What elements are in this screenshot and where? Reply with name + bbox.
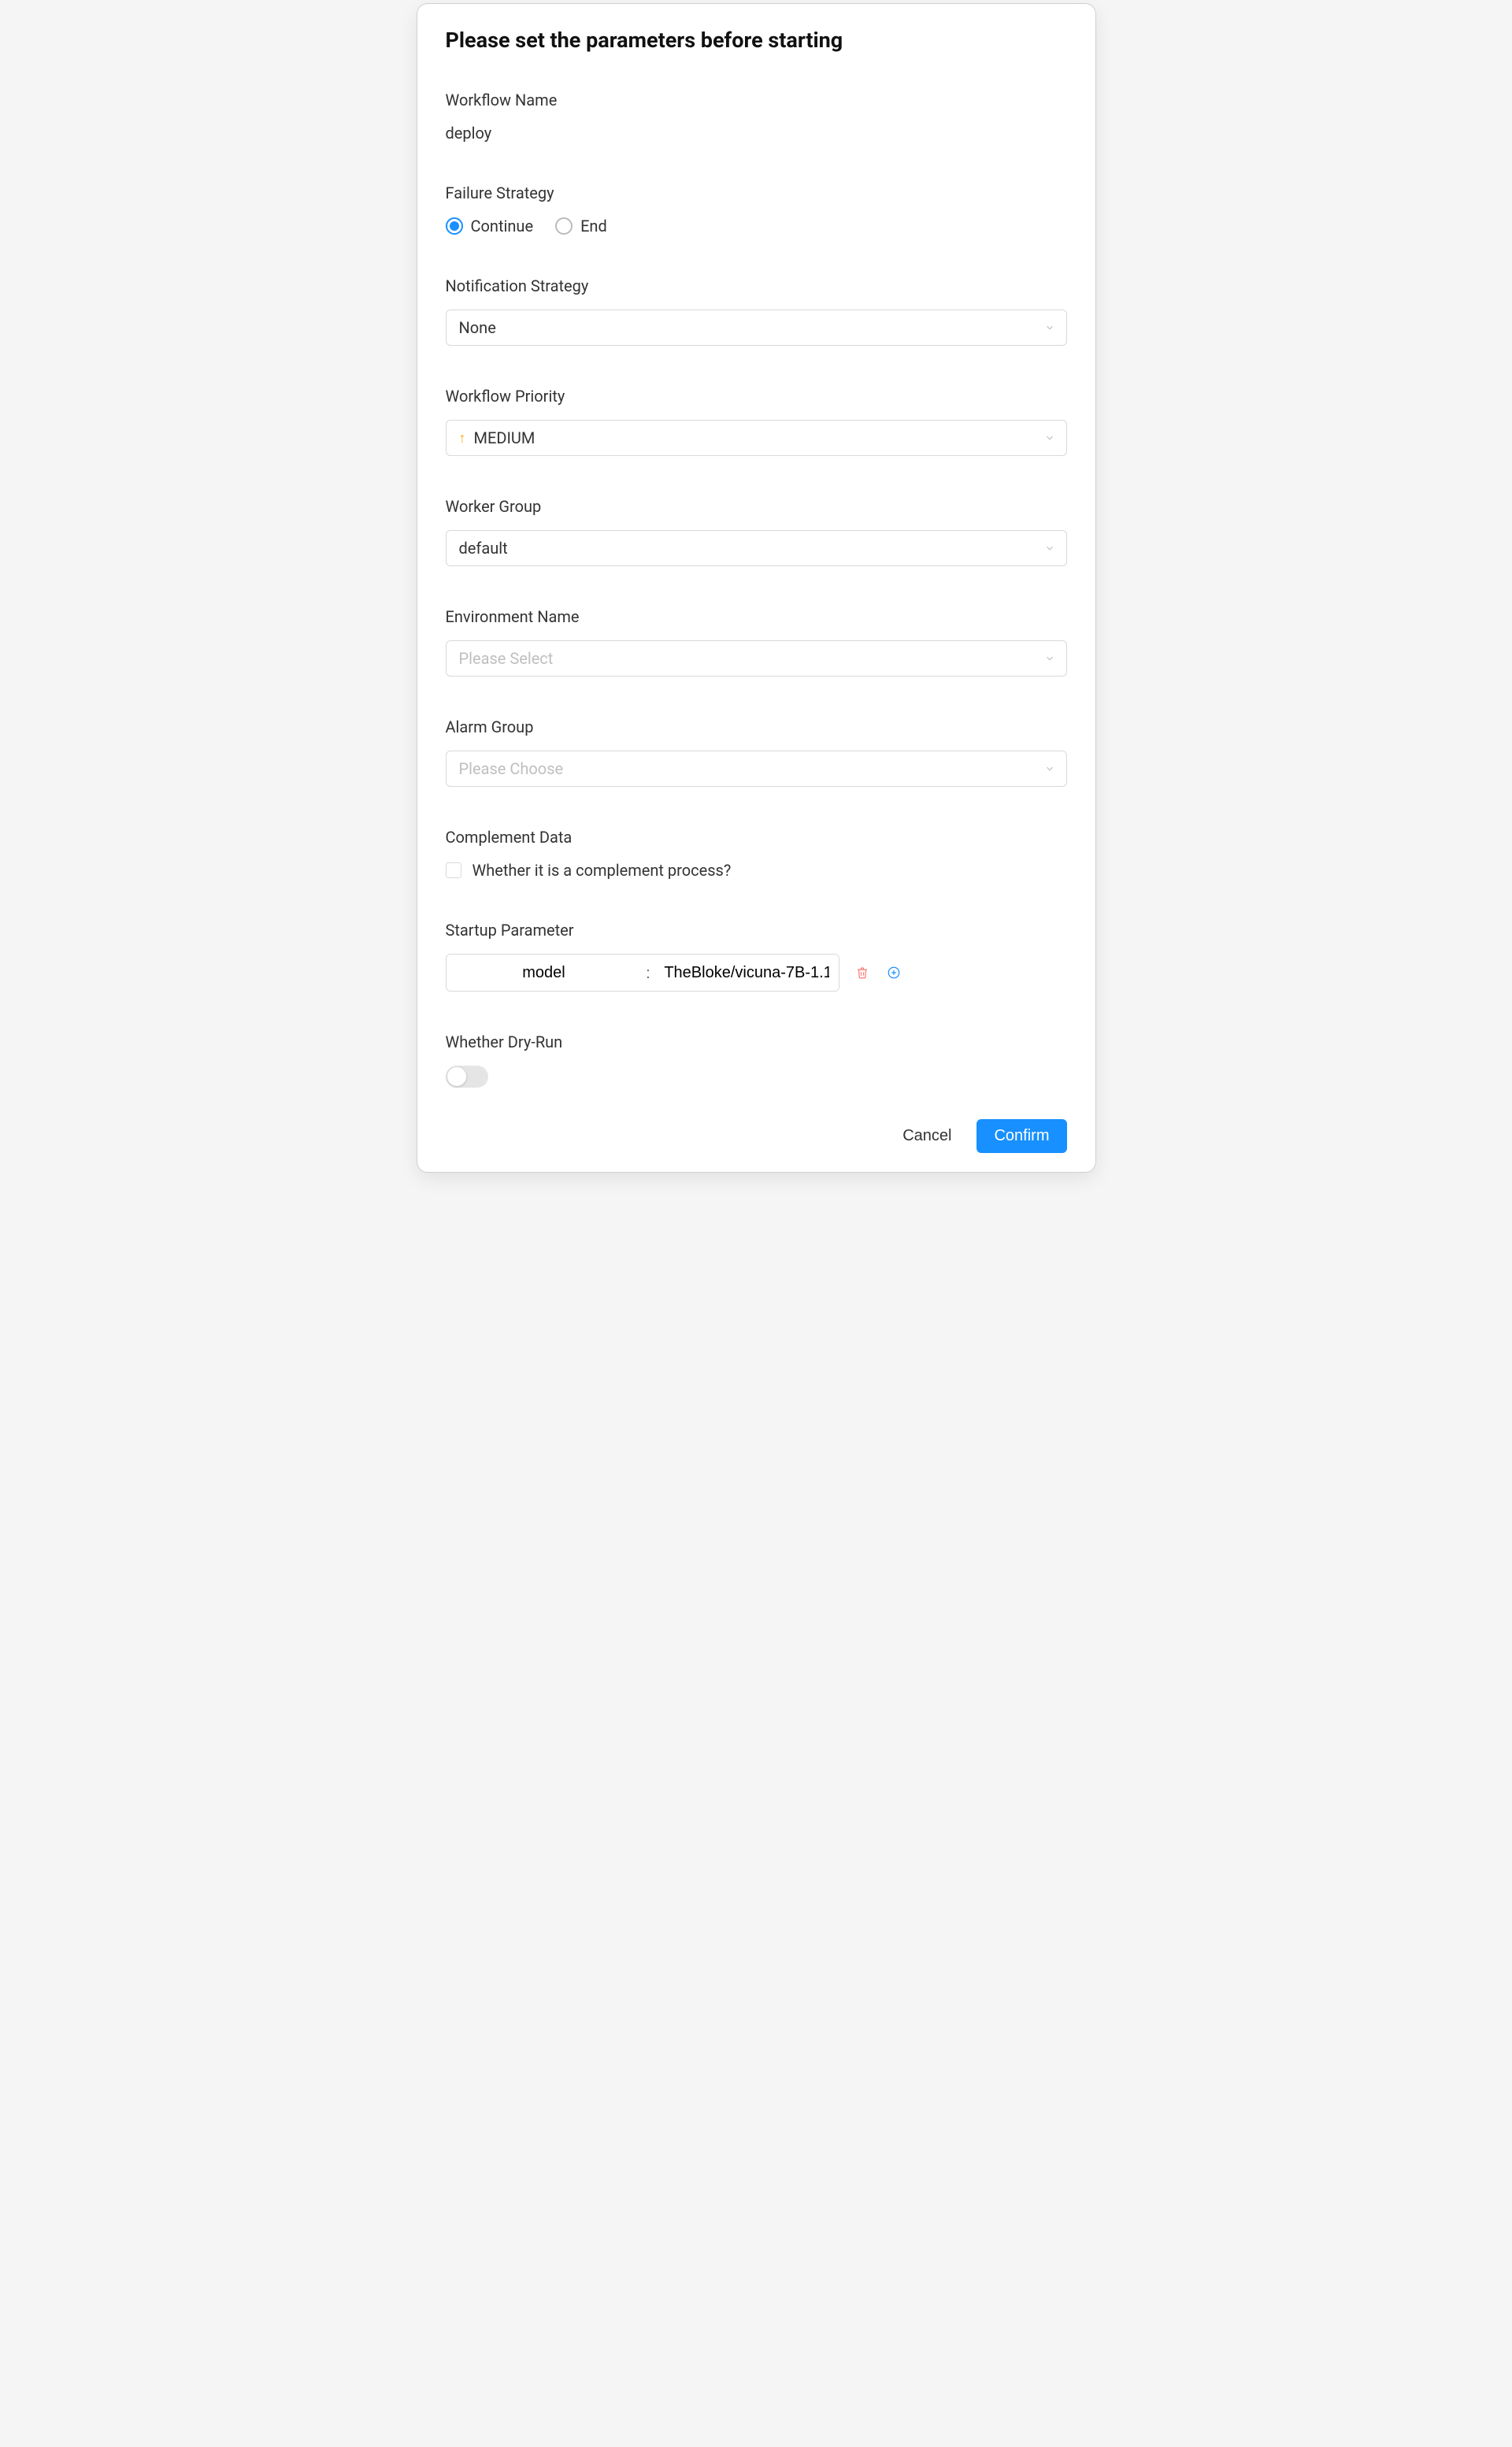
dry-run-field: Whether Dry-Run	[446, 1033, 1067, 1088]
workflow-name-label: Workflow Name	[446, 91, 1067, 109]
notification-strategy-value: None	[459, 318, 496, 337]
failure-strategy-radios: Continue End	[446, 217, 1067, 235]
notification-strategy-select[interactable]: None	[446, 310, 1067, 346]
chevron-down-icon	[1044, 653, 1055, 664]
dry-run-switch[interactable]	[446, 1066, 488, 1088]
notification-strategy-field: Notification Strategy None	[446, 276, 1067, 346]
alarm-group-field: Alarm Group Please Choose	[446, 717, 1067, 787]
environment-name-placeholder: Please Select	[459, 649, 554, 668]
workflow-name-field: Workflow Name deploy	[446, 91, 1067, 143]
complement-checkbox-label: Whether it is a complement process?	[472, 861, 732, 880]
arrow-up-icon: ↑	[459, 430, 466, 447]
startup-parameter-pair: :	[446, 954, 840, 992]
workflow-priority-label: Workflow Priority	[446, 387, 1067, 406]
alarm-group-placeholder: Please Choose	[459, 759, 564, 778]
chevron-down-icon	[1044, 432, 1055, 443]
failure-strategy-end-radio[interactable]: End	[555, 217, 607, 235]
failure-strategy-field: Failure Strategy Continue End	[446, 184, 1067, 235]
failure-strategy-end-label: End	[580, 217, 607, 235]
workflow-priority-text: MEDIUM	[474, 428, 536, 447]
failure-strategy-label: Failure Strategy	[446, 184, 1067, 202]
workflow-priority-select[interactable]: ↑ MEDIUM	[446, 420, 1067, 456]
param-separator: :	[642, 963, 655, 982]
environment-name-label: Environment Name	[446, 607, 1067, 626]
notification-strategy-label: Notification Strategy	[446, 276, 1067, 295]
startup-param-key-input[interactable]	[447, 955, 642, 991]
complement-data-field: Complement Data Whether it is a compleme…	[446, 828, 1067, 880]
worker-group-field: Worker Group default	[446, 497, 1067, 566]
modal-title: Please set the parameters before startin…	[446, 28, 1067, 53]
startup-parameter-field: Startup Parameter :	[446, 921, 1067, 992]
chevron-down-icon	[1044, 543, 1055, 554]
start-parameters-modal: Please set the parameters before startin…	[417, 3, 1096, 1173]
workflow-priority-field: Workflow Priority ↑ MEDIUM	[446, 387, 1067, 456]
complement-checkbox[interactable]	[446, 862, 461, 878]
complement-data-label: Complement Data	[446, 828, 1067, 847]
plus-circle-icon	[887, 966, 901, 980]
delete-param-button[interactable]	[854, 964, 871, 981]
trash-icon	[855, 966, 869, 980]
failure-strategy-continue-label: Continue	[471, 217, 534, 235]
dry-run-label: Whether Dry-Run	[446, 1033, 1067, 1051]
confirm-button[interactable]: Confirm	[976, 1119, 1066, 1153]
worker-group-label: Worker Group	[446, 497, 1067, 516]
startup-parameter-row: :	[446, 954, 1067, 992]
worker-group-select[interactable]: default	[446, 530, 1067, 566]
startup-param-value-input[interactable]	[654, 955, 839, 991]
cancel-button[interactable]: Cancel	[899, 1121, 954, 1151]
chevron-down-icon	[1044, 322, 1055, 333]
add-param-button[interactable]	[885, 964, 902, 981]
chevron-down-icon	[1044, 763, 1055, 774]
startup-parameter-label: Startup Parameter	[446, 921, 1067, 940]
workflow-name-value: deploy	[446, 124, 492, 143]
worker-group-value: default	[459, 539, 508, 558]
alarm-group-select[interactable]: Please Choose	[446, 751, 1067, 787]
environment-name-select[interactable]: Please Select	[446, 640, 1067, 677]
modal-footer: Cancel Confirm	[446, 1119, 1067, 1153]
failure-strategy-continue-radio[interactable]: Continue	[446, 217, 534, 235]
workflow-priority-value: ↑ MEDIUM	[459, 428, 536, 447]
alarm-group-label: Alarm Group	[446, 717, 1067, 736]
environment-name-field: Environment Name Please Select	[446, 607, 1067, 677]
complement-checkbox-row: Whether it is a complement process?	[446, 861, 1067, 880]
radio-icon	[446, 217, 463, 235]
radio-icon	[555, 217, 573, 235]
